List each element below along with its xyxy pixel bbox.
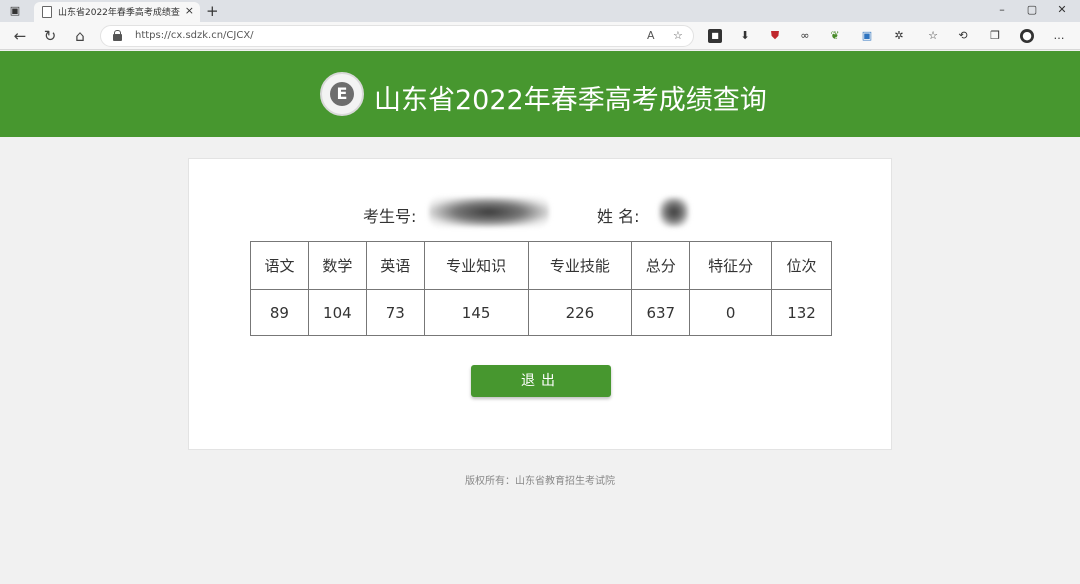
score-table: 语文 数学 英语 专业知识 专业技能 总分 特征分 位次 89 104 73 1… <box>250 241 832 336</box>
score-cell: 226 <box>527 289 633 336</box>
score-cell: 637 <box>631 289 691 336</box>
tab-actions-icon[interactable]: ▣ <box>8 4 22 18</box>
score-cell: 132 <box>771 289 832 336</box>
student-id-label: 考生号: <box>363 207 417 226</box>
more-menu-icon[interactable]: … <box>1052 29 1066 43</box>
image-extension-icon[interactable]: ▣ <box>860 29 874 43</box>
tab-close-button[interactable]: × <box>185 4 194 17</box>
refresh-button[interactable]: ↻ <box>40 27 60 45</box>
column-header: 数学 <box>307 241 367 290</box>
read-aloud-icon[interactable]: A <box>647 29 655 42</box>
student-name-label: 姓 名: <box>597 207 640 226</box>
url-text[interactable]: https://cx.sdzk.cn/CJCX/ <box>135 30 254 41</box>
minimize-button[interactable]: – <box>992 3 1012 16</box>
column-header: 特征分 <box>689 241 773 290</box>
score-cell: 73 <box>365 289 425 336</box>
favorite-star-icon[interactable]: ☆ <box>673 29 683 42</box>
shield-extension-icon[interactable]: ⛊ <box>768 29 782 43</box>
column-header: 总分 <box>631 241 691 290</box>
page-header: E 山东省2022年春季高考成绩查询 <box>0 51 1080 137</box>
maximize-button[interactable]: ▢ <box>1022 3 1042 16</box>
download-icon[interactable]: ⬇ <box>738 29 752 43</box>
favorites-icon[interactable]: ☆ <box>926 29 940 43</box>
leaf-extension-icon[interactable]: ❦ <box>828 29 842 43</box>
history-icon[interactable]: ⟲ <box>956 29 970 43</box>
collections-icon[interactable]: ❐ <box>988 29 1002 43</box>
logo-letter: E <box>330 82 354 106</box>
table-header-row: 语文 数学 英语 专业知识 专业技能 总分 特征分 位次 <box>250 241 832 290</box>
result-card: 考生号: 姓 名: 语文 数学 英语 专业知识 专业技能 总分 特征分 位次 8… <box>188 158 892 450</box>
back-button[interactable]: ← <box>10 27 30 45</box>
score-cell: 0 <box>689 289 773 336</box>
column-header: 英语 <box>365 241 425 290</box>
column-header: 语文 <box>250 241 309 290</box>
exit-button[interactable]: 退出 <box>471 365 611 397</box>
redacted-student-id <box>429 197 549 227</box>
lock-icon[interactable] <box>113 30 122 41</box>
score-cell: 89 <box>250 289 309 336</box>
page-favicon-icon <box>42 6 52 18</box>
extension-1-icon[interactable]: ■ <box>708 29 722 43</box>
browser-tabstrip: ▣ 山东省2022年春季高考成绩查询 × + – ▢ ✕ <box>0 0 1080 22</box>
column-header: 专业知识 <box>423 241 529 290</box>
infinity-extension-icon[interactable]: ∞ <box>798 29 812 43</box>
redacted-student-name <box>659 197 689 227</box>
close-window-button[interactable]: ✕ <box>1052 3 1072 16</box>
column-header: 位次 <box>771 241 832 290</box>
score-cell: 104 <box>307 289 367 336</box>
footer-copyright: 版权所有：山东省教育招生考试院 <box>465 476 615 487</box>
home-button[interactable]: ⌂ <box>70 27 90 45</box>
new-tab-button[interactable]: + <box>206 2 219 20</box>
score-cell: 145 <box>423 289 529 336</box>
column-header: 专业技能 <box>527 241 633 290</box>
browser-tab[interactable]: 山东省2022年春季高考成绩查询 × <box>34 2 200 22</box>
puzzle-extensions-icon[interactable]: ✲ <box>892 29 906 43</box>
profile-avatar[interactable]: ● <box>1020 29 1034 43</box>
tab-title: 山东省2022年春季高考成绩查询 <box>58 8 180 18</box>
table-row: 89 104 73 145 226 637 0 132 <box>250 289 832 336</box>
exam-institute-logo-icon: E <box>320 72 364 116</box>
page-title: 山东省2022年春季高考成绩查询 <box>374 85 767 116</box>
browser-toolbar: ← ↻ ⌂ https://cx.sdzk.cn/CJCX/ A ☆ ■ ⬇ ⛊… <box>0 22 1080 50</box>
address-bar[interactable]: https://cx.sdzk.cn/CJCX/ A ☆ <box>100 25 694 47</box>
